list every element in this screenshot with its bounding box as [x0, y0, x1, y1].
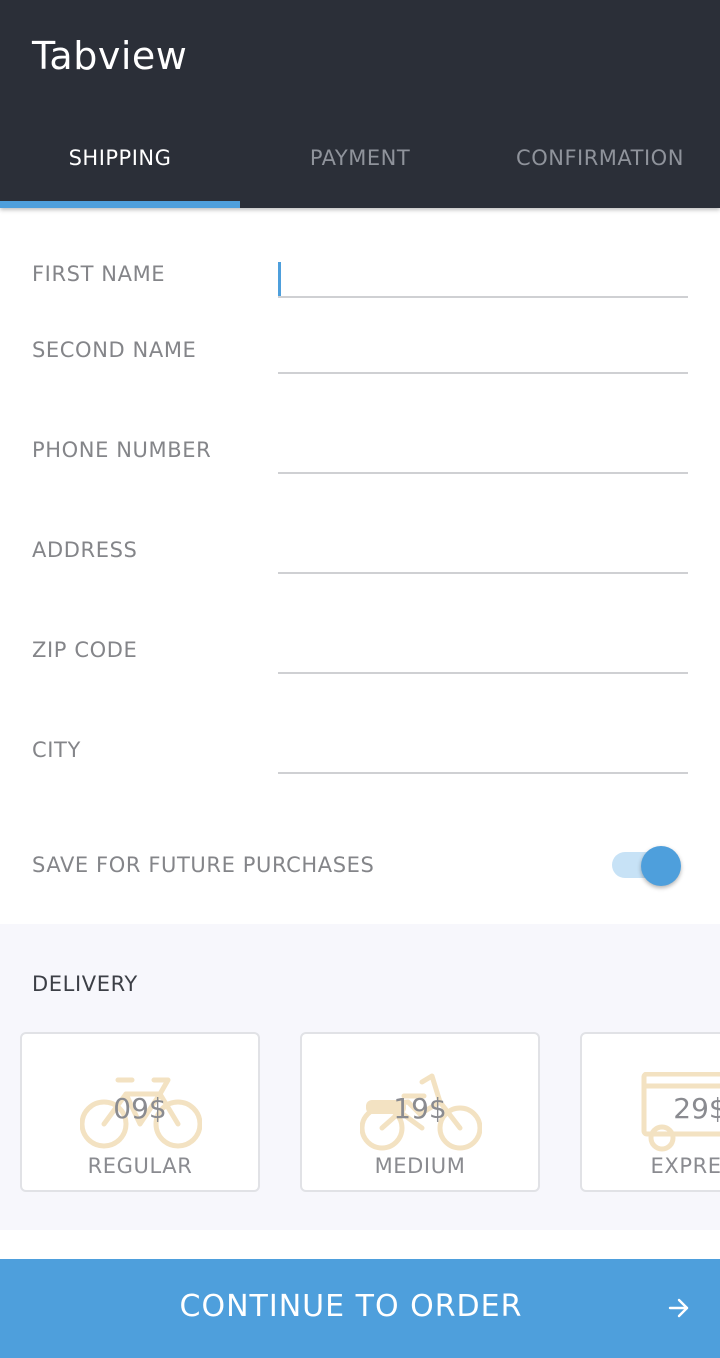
- city-label: CITY: [32, 738, 81, 762]
- phone-number-field[interactable]: [278, 430, 688, 474]
- first-name-label: FIRST NAME: [32, 262, 166, 286]
- text-cursor: [278, 262, 281, 296]
- delivery-price: 19$: [393, 1092, 447, 1125]
- second-name-label: SECOND NAME: [32, 338, 197, 362]
- delivery-title: DELIVERY: [32, 972, 138, 996]
- app-bar: Tabview SHIPPING PAYMENT CONFIRMATION: [0, 0, 720, 208]
- save-for-future-label: SAVE FOR FUTURE PURCHASES: [32, 853, 375, 877]
- delivery-price: 29$: [673, 1092, 720, 1125]
- delivery-option-regular[interactable]: 09$ REGULAR: [20, 1032, 260, 1192]
- tab-payment[interactable]: PAYMENT: [240, 138, 480, 208]
- city-field[interactable]: [278, 730, 688, 774]
- app-title: Tabview: [32, 34, 188, 78]
- first-name-field[interactable]: [278, 254, 688, 298]
- tab-confirmation[interactable]: CONFIRMATION: [480, 138, 720, 208]
- save-for-future-toggle[interactable]: [612, 846, 682, 886]
- delivery-name: EXPRESS: [650, 1154, 720, 1178]
- continue-to-order-label: CONTINUE TO ORDER: [179, 1289, 523, 1324]
- address-label: ADDRESS: [32, 538, 138, 562]
- delivery-option-medium[interactable]: 19$ MEDIUM: [300, 1032, 540, 1192]
- second-name-field[interactable]: [278, 330, 688, 374]
- zip-code-field[interactable]: [278, 630, 688, 674]
- zip-code-label: ZIP CODE: [32, 638, 138, 662]
- arrow-right-icon: [668, 1298, 689, 1318]
- continue-to-order-button[interactable]: CONTINUE TO ORDER: [0, 1259, 720, 1358]
- delivery-price: 09$: [113, 1092, 167, 1125]
- delivery-section: DELIVERY 09$ REGULAR 19$ MEDIUM 29 EXPRE: [0, 924, 720, 1230]
- toggle-knob: [641, 846, 681, 886]
- delivery-name: REGULAR: [87, 1154, 193, 1178]
- phone-number-label: PHONE NUMBER: [32, 438, 212, 462]
- tab-shipping[interactable]: SHIPPING: [0, 138, 240, 208]
- tab-bar: SHIPPING PAYMENT CONFIRMATION: [0, 138, 720, 208]
- address-field[interactable]: [278, 530, 688, 574]
- delivery-option-express[interactable]: 29$ EXPRESS: [580, 1032, 720, 1192]
- delivery-name: MEDIUM: [374, 1154, 466, 1178]
